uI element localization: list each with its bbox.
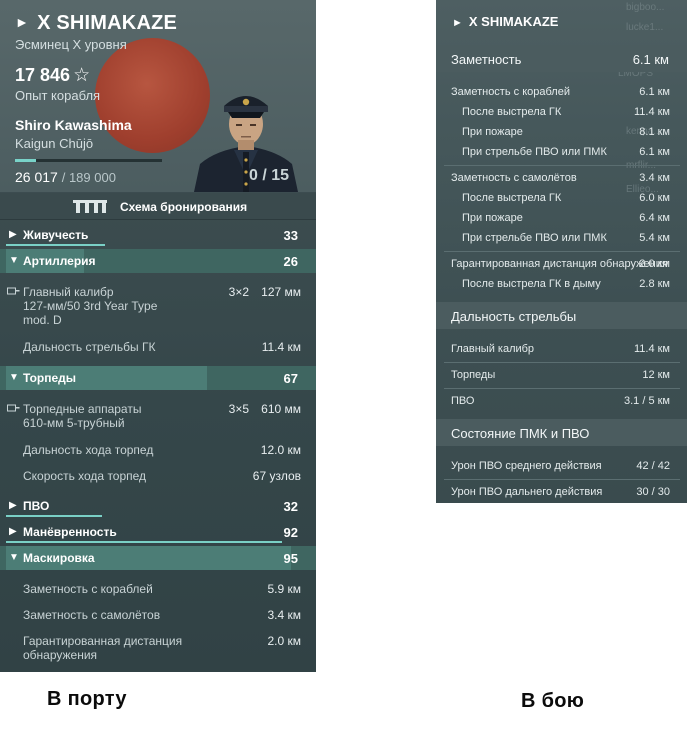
armor-scheme-icon bbox=[73, 200, 107, 213]
section-concealment[interactable]: ▼ Маскировка 95 bbox=[0, 546, 316, 570]
after-gk-row: После выстрела ГК 11.4 км bbox=[462, 106, 670, 118]
air-aa-pmk-row: При стрельбе ПВО или ПМК 5.4 км bbox=[462, 232, 670, 244]
section-torpedoes[interactable]: ▼ Торпеды 67 bbox=[0, 366, 316, 390]
divider bbox=[444, 388, 680, 389]
ghost-text: bigboo... bbox=[626, 2, 665, 13]
commander-xp-bar bbox=[15, 159, 162, 162]
section-aa[interactable]: ▶ ПВО 32 bbox=[0, 494, 316, 518]
air-after-gk-row: После выстрела ГК 6.0 км bbox=[462, 192, 670, 204]
chevron-down-icon: ▼ bbox=[9, 552, 19, 563]
ship-type-tier: Эсминец X уровня bbox=[15, 37, 127, 52]
ship-name: ► X SHIMAKAZE bbox=[452, 14, 559, 29]
divider bbox=[444, 362, 680, 363]
torpedo-range-row: Дальность хода торпед 12.0 км bbox=[23, 443, 301, 457]
commander-xp: 26 017 / 189 000 bbox=[15, 169, 116, 185]
smoke-after-gk-row: После выстрела ГК в дыму 2.8 км bbox=[462, 278, 670, 290]
ghost-text: lucke1... bbox=[626, 22, 664, 33]
commander-rank: Kaigun Chūjō bbox=[15, 136, 94, 151]
commander-name[interactable]: Shiro Kawashima bbox=[15, 117, 132, 133]
divider bbox=[444, 479, 680, 480]
aa-long-row: Урон ПВО дальнего действия 30 / 30 bbox=[451, 486, 670, 498]
by-ships-row: Заметность с кораблей 6.1 км bbox=[451, 86, 670, 98]
ship-xp-label: Опыт корабля bbox=[15, 88, 101, 103]
star-icon: ☆ bbox=[73, 65, 91, 86]
stat-bar-survivability bbox=[6, 244, 105, 246]
port-panel: ► X SHIMAKAZE Эсминец X уровня 17 846 ☆ Оп… bbox=[0, 0, 316, 672]
by-air-row: Заметность с самолётов 3.4 км bbox=[451, 172, 670, 184]
armor-scheme-button[interactable]: Схема бронирования bbox=[0, 193, 316, 220]
guaranteed-detection-row: Гарантированная дистанция обнаружения 2.… bbox=[23, 634, 301, 662]
ship-name: ► X SHIMAKAZE bbox=[15, 12, 178, 34]
torpedo-launcher-icon bbox=[7, 404, 20, 412]
aa-pmk-row: При стрельбе ПВО или ПМК 6.1 км bbox=[462, 146, 670, 158]
section-artillery[interactable]: ▼ Артиллерия 26 bbox=[0, 249, 316, 273]
main-battery-range-row: Главный калибр 11.4 км bbox=[451, 343, 670, 355]
stat-bar-aa bbox=[6, 515, 102, 517]
range-header: Дальность стрельбы bbox=[436, 302, 687, 329]
stat-bar-maneuverability bbox=[6, 541, 282, 543]
detect-by-air-row: Заметность с самолётов 3.4 км bbox=[23, 608, 301, 622]
section-maneuverability[interactable]: ▶ Манёвренность 92 bbox=[0, 520, 316, 544]
gun-icon bbox=[7, 287, 20, 295]
caption-battle: В бою bbox=[521, 690, 585, 712]
torpedo-launchers-row: Торпедные аппараты 610-мм 5-трубный 3×5 … bbox=[23, 402, 301, 430]
state-header: Состояние ПМК и ПВО bbox=[436, 419, 687, 446]
guaranteed-row: Гарантированная дистанция обнаружения 2.0… bbox=[451, 258, 670, 270]
aa-mid-row: Урон ПВО среднего действия 42 / 42 bbox=[451, 460, 670, 472]
chevron-down-icon: ▼ bbox=[9, 255, 19, 266]
divider bbox=[444, 251, 680, 252]
section-survivability[interactable]: ▶ Живучесть 33 bbox=[0, 223, 316, 247]
commander-xp-fill bbox=[15, 159, 36, 162]
ship-xp: 17 846 ☆ bbox=[15, 65, 91, 86]
chevron-right-icon: ▶ bbox=[9, 526, 17, 537]
main-battery-row: Главный калибр 127-мм/50 3rd Year Type m… bbox=[23, 285, 301, 327]
aa-range-row: ПВО 3.1 / 5 км bbox=[451, 395, 670, 407]
on-fire-row: При пожаре 8.1 км bbox=[462, 126, 670, 138]
chevron-down-icon: ▼ bbox=[9, 372, 19, 383]
flag-icon: ► bbox=[452, 17, 463, 29]
air-on-fire-row: При пожаре 6.4 км bbox=[462, 212, 670, 224]
chevron-right-icon: ▶ bbox=[9, 500, 17, 511]
chevron-right-icon: ▶ bbox=[9, 229, 17, 240]
ship-header: ► X SHIMAKAZE Эсминец X уровня 17 846 ☆ Оп… bbox=[0, 0, 316, 192]
battle-panel: bigboo... lucke1... LMOPS kenpa... mrfli… bbox=[436, 0, 687, 503]
torpedo-speed-row: Скорость хода торпед 67 узлов bbox=[23, 469, 301, 483]
caption-port: В порту bbox=[47, 688, 127, 710]
commander-skill-points: 0 / 15 bbox=[249, 167, 290, 184]
divider bbox=[444, 165, 680, 166]
torpedo-range-row: Торпеды 12 км bbox=[451, 369, 670, 381]
detect-by-ships-row: Заметность с кораблей 5.9 км bbox=[23, 582, 301, 596]
gk-range-row: Дальность стрельбы ГК 11.4 км bbox=[23, 340, 301, 354]
detectability-header: Заметность 6.1 км bbox=[436, 45, 687, 72]
flag-icon: ► bbox=[15, 14, 30, 30]
